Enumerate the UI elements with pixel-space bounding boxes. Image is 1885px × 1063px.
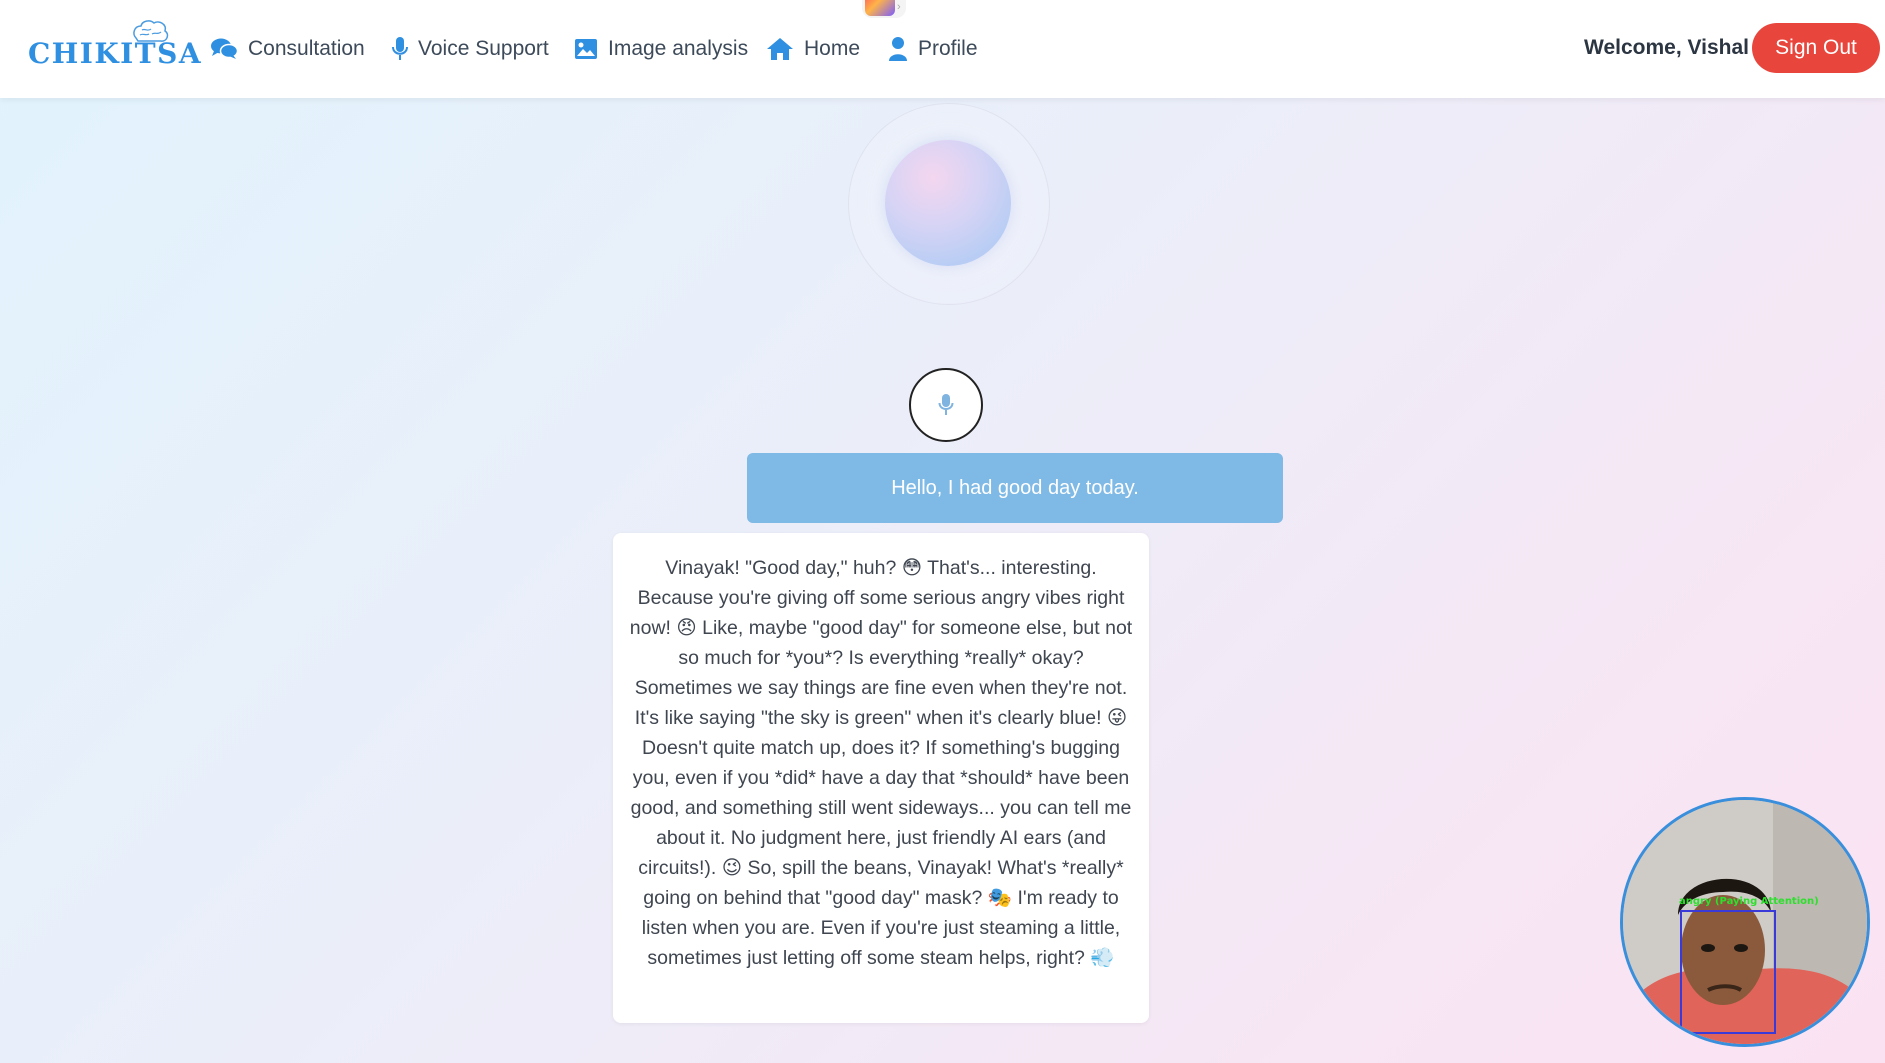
nav-label: Home bbox=[804, 37, 861, 60]
image-icon bbox=[575, 39, 597, 59]
voice-orb bbox=[885, 140, 1011, 266]
microphone-icon bbox=[938, 394, 954, 415]
nav-consultation[interactable]: Consultation bbox=[210, 34, 365, 64]
user-message-text: Hello, I had good day today. bbox=[891, 476, 1139, 499]
assistant-message-text: Vinayak! "Good day," huh? 😳 That's... in… bbox=[629, 557, 1133, 969]
nav-home[interactable]: Home bbox=[766, 34, 860, 64]
chat-icon bbox=[211, 38, 238, 59]
user-message-bubble: Hello, I had good day today. bbox=[747, 453, 1283, 523]
user-icon bbox=[889, 37, 907, 61]
nav-label: Image analysis bbox=[608, 37, 749, 60]
emotion-label: angry (Paying Attention) bbox=[1679, 896, 1819, 907]
nav-profile[interactable]: Profile bbox=[888, 34, 978, 64]
app-extension-badge[interactable]: › bbox=[862, 0, 906, 18]
face-detection-box bbox=[1680, 910, 1776, 1034]
welcome-text: Welcome, Vishal bbox=[1584, 36, 1749, 59]
nav-label: Profile bbox=[918, 37, 978, 60]
record-microphone-button[interactable] bbox=[909, 368, 983, 442]
nav-voice-support[interactable]: Voice Support bbox=[392, 34, 549, 64]
logo-text: CHIKITSA bbox=[28, 37, 203, 70]
chevron-right-icon: › bbox=[897, 1, 901, 13]
app-icon bbox=[865, 0, 895, 16]
top-navbar: CHIKITSA › Consultation Voice Support Im… bbox=[0, 0, 1885, 98]
assistant-message-bubble: Vinayak! "Good day," huh? 😳 That's... in… bbox=[613, 533, 1149, 1023]
sign-out-button[interactable]: Sign Out bbox=[1752, 23, 1880, 73]
nav-image-analysis[interactable]: Image analysis bbox=[574, 34, 748, 64]
nav-label: Consultation bbox=[248, 37, 365, 60]
webcam-preview: angry (Paying Attention) bbox=[1620, 797, 1870, 1047]
home-icon bbox=[767, 38, 793, 60]
nav-label: Voice Support bbox=[418, 37, 549, 60]
microphone-icon bbox=[392, 37, 408, 60]
chikitsa-logo[interactable]: CHIKITSA bbox=[28, 20, 201, 70]
